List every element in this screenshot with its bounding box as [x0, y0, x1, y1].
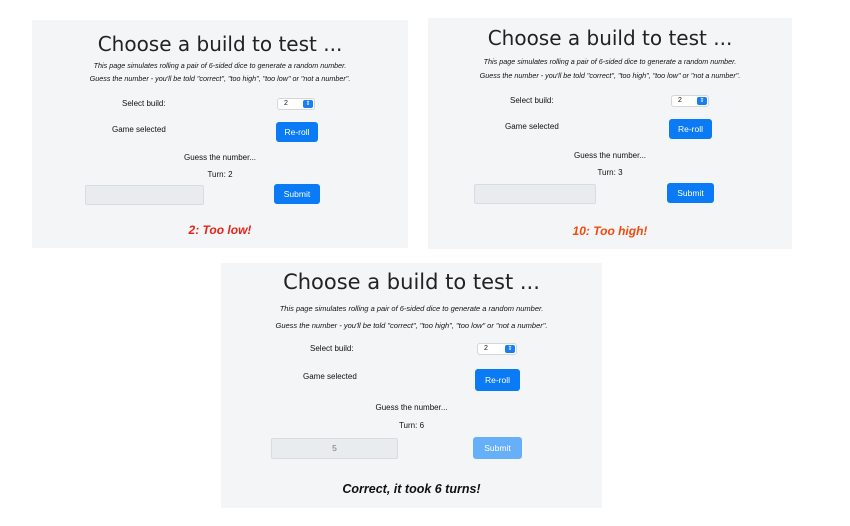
- game-panel-1: Choose a build to test ... This page sim…: [32, 20, 408, 248]
- turn-counter: Turn: 6: [398, 421, 425, 430]
- page-title: Choose a build to test ...: [283, 270, 540, 294]
- guess-input[interactable]: [474, 184, 596, 204]
- guess-label: Guess the number...: [375, 403, 448, 412]
- description-line-2: Guess the number - you'll be told "corre…: [89, 74, 351, 83]
- result-message: Correct, it took 6 turns!: [342, 482, 481, 496]
- description-line-2: Guess the number - you'll be told "corre…: [275, 321, 548, 330]
- game-selected-label: Game selected: [505, 122, 559, 131]
- build-select[interactable]: 2 ⇕: [671, 95, 709, 107]
- build-select-value: 2: [284, 100, 288, 107]
- chevron-updown-icon: ⇕: [505, 345, 515, 353]
- guess-label: Guess the number...: [573, 151, 647, 160]
- page-title: Choose a build to test ...: [487, 26, 733, 50]
- turn-counter: Turn: 3: [597, 168, 623, 177]
- game-panel-2: Choose a build to test ... This page sim…: [428, 18, 792, 249]
- build-select[interactable]: 2 ⇕: [477, 343, 517, 355]
- select-build-label: Select build:: [510, 96, 554, 105]
- build-select[interactable]: 2 ⇕: [277, 98, 315, 110]
- guess-input[interactable]: [85, 185, 204, 205]
- description-line-1: This page simulates rolling a pair of 6-…: [483, 57, 737, 66]
- submit-button[interactable]: Submit: [274, 184, 320, 204]
- select-build-label: Select build:: [122, 99, 166, 108]
- select-build-label: Select build:: [310, 344, 354, 353]
- reroll-button[interactable]: Re-roll: [475, 369, 520, 391]
- submit-button[interactable]: Submit: [473, 437, 522, 459]
- page-title: Choose a build to test ...: [97, 32, 343, 56]
- build-select-value: 2: [484, 345, 488, 352]
- guess-input[interactable]: 5: [271, 438, 398, 459]
- game-selected-label: Game selected: [112, 125, 166, 134]
- reroll-button[interactable]: Re-roll: [276, 122, 318, 142]
- result-message: 2: Too low!: [188, 223, 252, 237]
- description-line-1: This page simulates rolling a pair of 6-…: [279, 304, 544, 313]
- result-message: 10: Too high!: [572, 224, 648, 238]
- build-select-value: 2: [678, 97, 682, 104]
- turn-counter: Turn: 2: [207, 170, 233, 179]
- chevron-updown-icon: ⇕: [303, 100, 313, 108]
- submit-button[interactable]: Submit: [667, 183, 714, 203]
- description-line-2: Guess the number - you'll be told "corre…: [479, 71, 741, 80]
- game-panel-3: Choose a build to test ... This page sim…: [221, 263, 602, 508]
- guess-label: Guess the number...: [183, 153, 257, 162]
- game-selected-label: Game selected: [303, 372, 357, 381]
- reroll-button[interactable]: Re-roll: [669, 119, 712, 139]
- description-line-1: This page simulates rolling a pair of 6-…: [93, 61, 347, 70]
- chevron-updown-icon: ⇕: [697, 97, 707, 105]
